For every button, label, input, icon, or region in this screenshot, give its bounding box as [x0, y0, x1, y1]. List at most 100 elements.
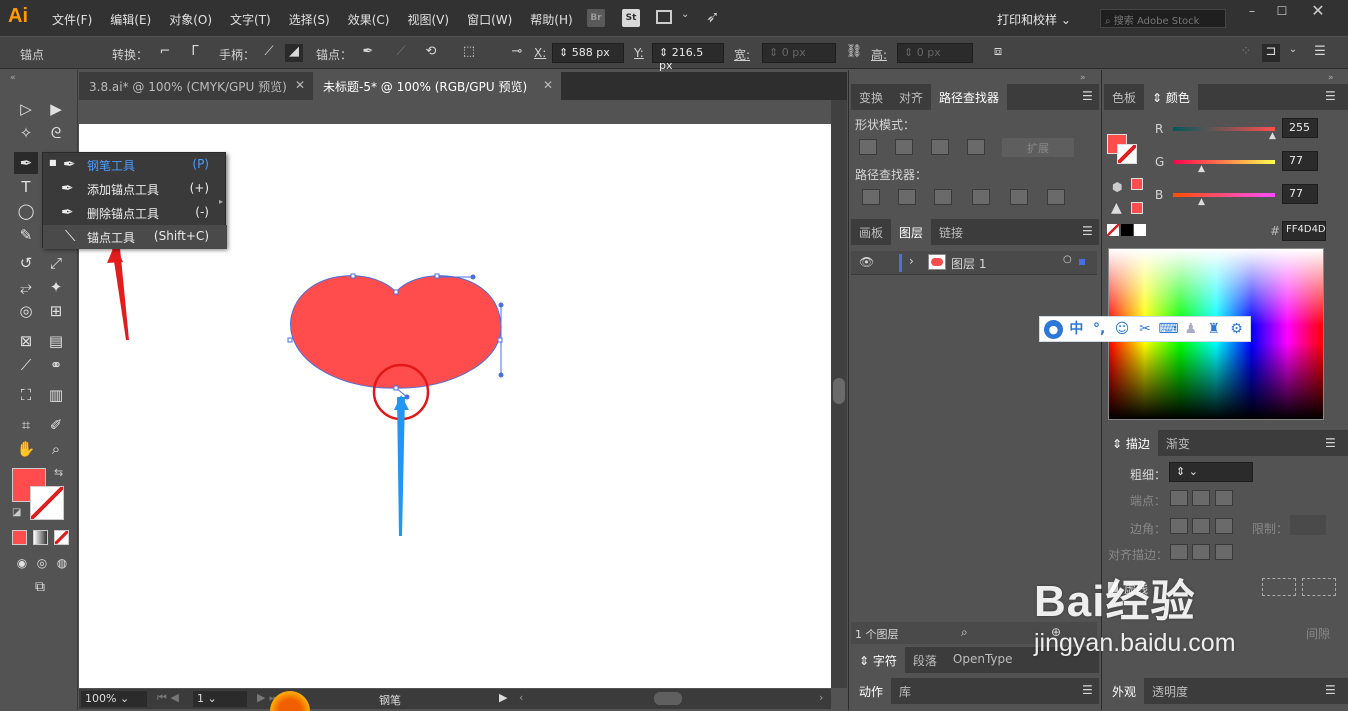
- artboard-select[interactable]: 1 ⌄: [193, 691, 247, 707]
- ime-user-icon[interactable]: ●: [1044, 319, 1063, 339]
- intersect-icon[interactable]: [931, 139, 949, 155]
- limit-field[interactable]: [1290, 515, 1326, 535]
- maximize-button[interactable]: ☐: [1267, 0, 1297, 22]
- round-join-icon[interactable]: [1192, 518, 1210, 534]
- panel-menu-icon[interactable]: ☰: [1311, 44, 1329, 62]
- butt-cap-icon[interactable]: [1170, 490, 1188, 506]
- align-center-icon[interactable]: [1170, 544, 1188, 560]
- tab-links[interactable]: 链接: [931, 219, 971, 245]
- divide-icon[interactable]: [862, 189, 880, 205]
- minimize-button[interactable]: –: [1237, 0, 1267, 22]
- handle-point[interactable]: [498, 302, 504, 308]
- collapse-panels-icon[interactable]: »: [1080, 73, 1086, 83]
- target-icon[interactable]: ○: [1063, 254, 1072, 265]
- panel-menu-icon[interactable]: ☰: [1082, 224, 1093, 238]
- close-window-button[interactable]: ✕: [1303, 0, 1333, 22]
- arrange-icon[interactable]: ⊐: [1262, 44, 1280, 62]
- bevel-join-icon[interactable]: [1215, 518, 1233, 534]
- trim-icon[interactable]: [898, 189, 916, 205]
- r-slider-thumb[interactable]: ▲: [1269, 131, 1276, 141]
- layer-name[interactable]: 图层 1: [951, 255, 986, 272]
- g-slider[interactable]: [1173, 160, 1275, 164]
- prev-artboard-icon[interactable]: ⏮ ◀: [157, 691, 179, 705]
- tearoff-arrow-icon[interactable]: ▸: [219, 197, 223, 206]
- tab-color[interactable]: ⇕ 颜色: [1144, 84, 1198, 110]
- workspace-switcher[interactable]: 打印和校样 ⌄: [997, 11, 1071, 28]
- panel-menu-icon[interactable]: ☰: [1325, 89, 1336, 103]
- tab-character[interactable]: ⇕ 字符: [851, 647, 905, 673]
- miter-join-icon[interactable]: [1170, 518, 1188, 534]
- align-inside-icon[interactable]: [1192, 544, 1210, 560]
- ime-keyboard-icon[interactable]: ⌨: [1158, 320, 1178, 339]
- status-menu-arrow-icon[interactable]: ▶: [499, 691, 507, 704]
- g-field[interactable]: 77: [1282, 151, 1318, 171]
- out-of-gamut-warning-icon[interactable]: ▲: [1111, 200, 1122, 216]
- handle-point[interactable]: [404, 394, 410, 400]
- layer-row[interactable]: 👁 › 图层 1 ○: [851, 251, 1097, 275]
- crop-icon[interactable]: [972, 189, 990, 205]
- expand-button[interactable]: 扩展: [1002, 138, 1074, 157]
- search-stock-input[interactable]: ⌕ 搜索 Adobe Stock: [1100, 9, 1226, 28]
- tab-swatches[interactable]: 色板: [1104, 84, 1144, 110]
- b-slider-thumb[interactable]: ▲: [1198, 197, 1205, 207]
- tab-stroke[interactable]: ⇕ 描边: [1104, 430, 1158, 456]
- color-stroke-swatch[interactable]: [1117, 144, 1137, 164]
- anchor-point[interactable]: [287, 337, 293, 343]
- vertical-scrollbar-thumb[interactable]: [833, 378, 845, 404]
- dash-align-corners-icon[interactable]: [1262, 578, 1296, 596]
- tab-libraries[interactable]: 库: [891, 678, 919, 704]
- ime-person-icon[interactable]: ♟: [1181, 320, 1200, 339]
- tab-opentype[interactable]: OpenType: [945, 647, 1021, 673]
- handle-point[interactable]: [470, 274, 476, 280]
- tab-gradient[interactable]: 渐变: [1158, 430, 1198, 456]
- chevron-down-icon[interactable]: ⌄: [1284, 44, 1302, 62]
- minus-back-icon[interactable]: [1047, 189, 1065, 205]
- round-cap-icon[interactable]: [1192, 490, 1210, 506]
- flyout-delete-anchor-tool[interactable]: ✒ 删除锚点工具 (-): [43, 201, 227, 225]
- merge-icon[interactable]: [934, 189, 952, 205]
- gamut-swatch[interactable]: [1131, 202, 1143, 214]
- ime-skin-icon[interactable]: ♜: [1204, 320, 1223, 339]
- tab-transparency[interactable]: 透明度: [1144, 678, 1196, 704]
- flyout-anchor-point-tool[interactable]: ⟍ 锚点工具 (Shift+C): [43, 225, 227, 249]
- minus-front-icon[interactable]: [895, 139, 913, 155]
- g-slider-thumb[interactable]: ▲: [1198, 164, 1205, 174]
- transform-icon[interactable]: ⧈: [989, 44, 1007, 62]
- ime-chinese-mode-icon[interactable]: 中: [1067, 320, 1086, 339]
- b-field[interactable]: 77: [1282, 184, 1318, 204]
- panel-menu-icon[interactable]: ☰: [1082, 89, 1093, 103]
- panel-menu-icon[interactable]: ☰: [1325, 436, 1336, 450]
- grid-icon[interactable]: ⁘: [1237, 44, 1255, 62]
- flyout-pen-tool[interactable]: ■ ✒ 钢笔工具 (P): [43, 153, 227, 177]
- visibility-eye-icon[interactable]: 👁: [859, 255, 874, 269]
- outline-icon[interactable]: [1010, 189, 1028, 205]
- zoom-select[interactable]: 100% ⌄: [81, 691, 147, 707]
- ime-emoji-icon[interactable]: ☺: [1113, 320, 1132, 339]
- web-safe-swatch[interactable]: [1131, 178, 1143, 190]
- unite-icon[interactable]: [859, 139, 877, 155]
- panel-menu-icon[interactable]: ☰: [1082, 683, 1093, 697]
- panel-menu-icon[interactable]: ☰: [1325, 683, 1336, 697]
- vertical-scrollbar[interactable]: [831, 100, 847, 688]
- align-outside-icon[interactable]: [1215, 544, 1233, 560]
- expand-layer-chevron-icon[interactable]: ›: [909, 254, 914, 268]
- anchor-point[interactable]: [497, 337, 503, 343]
- anchor-point[interactable]: [350, 273, 356, 279]
- dash-preserve-icon[interactable]: [1302, 578, 1336, 596]
- ime-settings-icon[interactable]: ⚙: [1227, 320, 1246, 339]
- out-of-web-icon[interactable]: ⬢: [1112, 180, 1122, 194]
- projecting-cap-icon[interactable]: [1215, 490, 1233, 506]
- hex-field[interactable]: FF4D4D: [1282, 221, 1326, 241]
- handle-point[interactable]: [498, 372, 504, 378]
- scroll-right-icon[interactable]: ›: [819, 691, 823, 704]
- r-field[interactable]: 255: [1282, 118, 1318, 138]
- anchor-point[interactable]: [393, 289, 399, 295]
- search-icon[interactable]: ⌕: [961, 625, 968, 640]
- selection-indicator[interactable]: [1079, 259, 1085, 265]
- ime-punctuation-icon[interactable]: °,: [1090, 320, 1109, 339]
- flyout-add-anchor-tool[interactable]: ✒ 添加锚点工具 (+): [43, 177, 227, 201]
- none-color-icon[interactable]: [1107, 224, 1119, 236]
- horizontal-scrollbar-thumb[interactable]: [654, 692, 682, 705]
- tab-layers[interactable]: 图层: [891, 219, 932, 245]
- anchor-point[interactable]: [393, 385, 399, 391]
